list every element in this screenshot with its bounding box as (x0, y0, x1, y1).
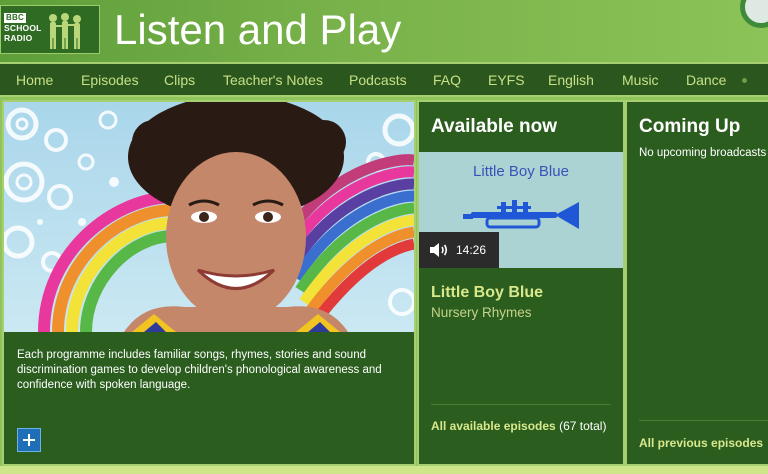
no-upcoming-text: No upcoming broadcasts (639, 147, 767, 159)
expand-button[interactable] (17, 428, 41, 452)
available-now-panel: Available now Little Boy Blue 14:26 Litt… (417, 100, 625, 466)
plus-icon-stem (28, 434, 30, 446)
all-previous-episodes-link[interactable]: All previous episodes (639, 435, 763, 451)
coming-up-panel: Coming Up No upcoming broadcasts All pre… (625, 100, 768, 466)
bottom-strip (0, 466, 768, 474)
nav-english[interactable]: English (548, 72, 594, 88)
logo-text: BBC SCHOOL RADIO (4, 12, 42, 43)
divider (639, 420, 768, 421)
all-available-episodes-link[interactable]: All available episodes (431, 419, 556, 433)
nav-faq[interactable]: FAQ (433, 72, 461, 88)
presenter-illustration (4, 102, 414, 332)
nav-more-indicator[interactable] (742, 78, 747, 83)
episode-title-link[interactable]: Little Boy Blue (431, 283, 543, 303)
nav-dance[interactable]: Dance (686, 72, 726, 88)
nav-episodes[interactable]: Episodes (81, 72, 139, 88)
logo-school: SCHOOL (4, 23, 42, 33)
speaker-icon (430, 243, 448, 257)
corner-badge-icon (740, 0, 768, 28)
page-title: Listen and Play (114, 6, 402, 53)
duration-text: 14:26 (456, 243, 487, 257)
trumpet-icon (463, 200, 579, 229)
logo-radio: RADIO (4, 33, 33, 43)
hero-image (4, 102, 414, 332)
duration-badge[interactable]: 14:26 (419, 232, 499, 268)
available-now-heading: Available now (431, 116, 557, 137)
all-episodes-block: All available episodes (67 total) (431, 418, 613, 435)
nav-eyfs[interactable]: EYFS (488, 72, 525, 88)
programme-description: Each programme includes familiar songs, … (17, 349, 382, 391)
hero-panel: Each programme includes familiar songs, … (2, 100, 416, 466)
nav-podcasts[interactable]: Podcasts (349, 72, 407, 88)
nav-clips[interactable]: Clips (164, 72, 195, 88)
coming-up-heading: Coming Up (639, 116, 741, 137)
header: BBC SCHOOL RADIO Listen and Play (0, 0, 768, 62)
bbc-school-radio-logo[interactable]: BBC SCHOOL RADIO (0, 5, 100, 54)
thumbnail-title: Little Boy Blue (473, 163, 569, 180)
episode-subtitle: Nursery Rhymes (431, 305, 532, 320)
nav-teachers-notes[interactable]: Teacher's Notes (223, 72, 323, 88)
episode-count: (67 total) (559, 419, 607, 433)
nav-home[interactable]: Home (16, 72, 53, 88)
children-silhouettes-icon (49, 13, 81, 49)
episode-thumbnail[interactable]: Little Boy Blue 14:26 (419, 152, 623, 268)
logo-bbc: BBC (4, 13, 26, 23)
divider (431, 404, 611, 405)
nav-music[interactable]: Music (622, 72, 659, 88)
main-nav: Home Episodes Clips Teacher's Notes Podc… (0, 62, 768, 97)
